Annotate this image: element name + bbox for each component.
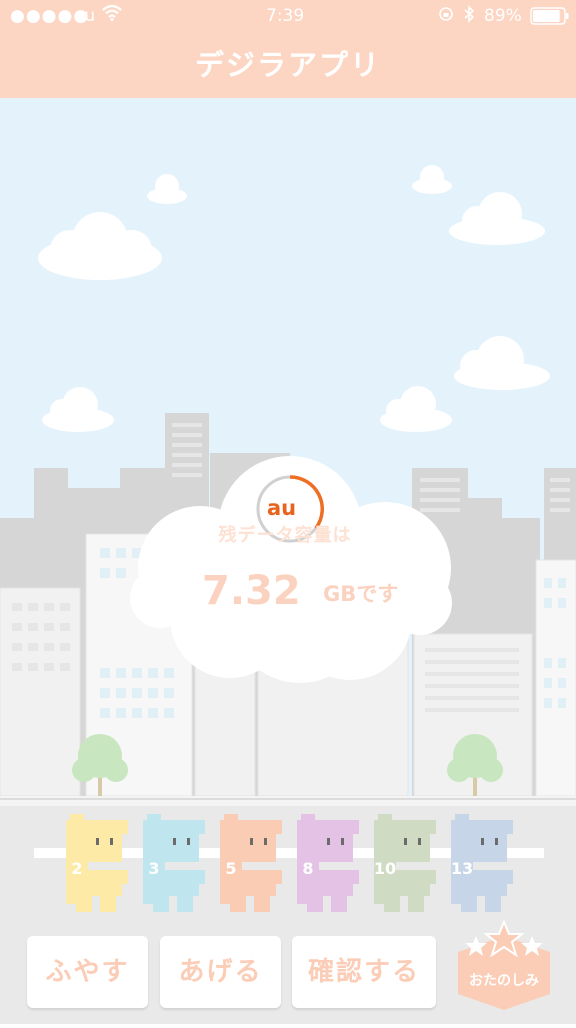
otanoshimi-label: おたのしみ	[469, 973, 539, 989]
city-scene: au 残データ容量は 7.32 GBです	[0, 98, 576, 796]
star-badge-icon	[458, 919, 550, 1010]
app-title: デジラアプリ	[194, 48, 381, 82]
character-illustrations: 2 3 5 8 10 13	[66, 814, 513, 912]
fuyasu-button[interactable]: ふやす	[27, 936, 148, 1008]
kakunin-button[interactable]: 確認する	[292, 936, 436, 1008]
character-row: 2 3 5 8 10 13	[0, 812, 576, 922]
battery-icon	[530, 7, 570, 30]
character-5: 5	[220, 814, 282, 912]
carrier-label: au	[74, 6, 96, 26]
au-logo: au	[267, 496, 297, 520]
character-13: 13	[451, 814, 513, 912]
clock-time: 7:39	[266, 6, 305, 26]
bluetooth-icon	[463, 5, 475, 28]
character-number: 3	[148, 859, 159, 878]
character-number: 13	[451, 859, 473, 878]
ageru-button[interactable]: あげる	[160, 936, 281, 1008]
character-number: 5	[225, 859, 236, 878]
character-number: 8	[302, 859, 313, 878]
character-3: 3	[143, 814, 205, 912]
wifi-icon	[102, 4, 122, 27]
otanoshimi-button[interactable]: おたのしみ	[452, 918, 556, 1014]
rotation-lock-icon	[438, 6, 454, 27]
character-8: 8	[297, 814, 359, 912]
character-number: 10	[374, 859, 396, 878]
nav-bar: デジラアプリ	[0, 32, 576, 98]
character-10: 10	[374, 814, 436, 912]
battery-percent: 89%	[484, 6, 522, 26]
remaining-data-value: 7.32	[202, 568, 301, 614]
character-2: 2	[66, 814, 128, 912]
data-panel: au 残データ容量は 7.32 GBです	[150, 468, 430, 648]
status-bar: ●●●●● au 7:39 89%	[0, 0, 576, 32]
remaining-data-unit: GBです	[323, 582, 399, 606]
remaining-data-label: 残データ容量は	[218, 525, 352, 546]
character-number: 2	[71, 859, 82, 878]
city-illustration	[0, 98, 576, 796]
